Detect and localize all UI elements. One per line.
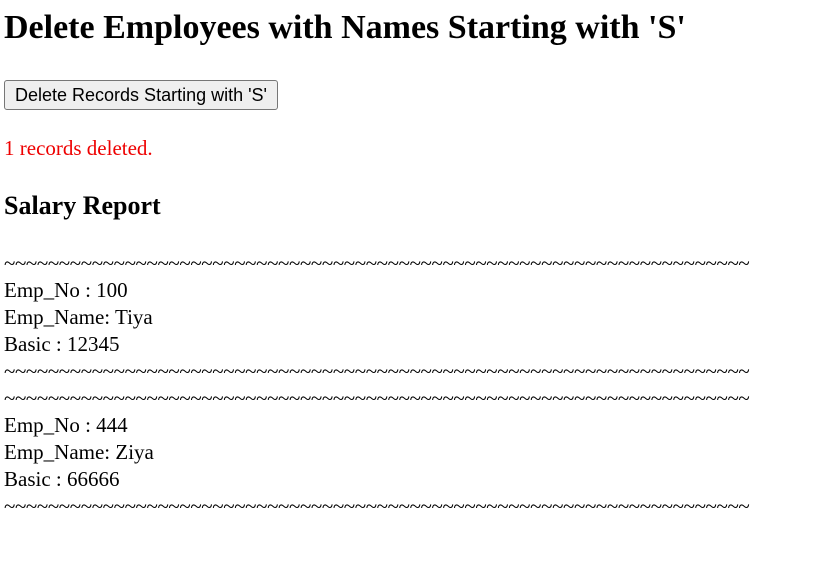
employee-record: ~~~~~~~~~~~~~~~~~~~~~~~~~~~~~~~~~~~~~~~~… [4, 250, 804, 385]
emp-name: Emp_Name: Tiya [4, 305, 153, 329]
emp-basic: Basic : 12345 [4, 332, 120, 356]
delete-records-button[interactable]: Delete Records Starting with 'S' [4, 80, 278, 110]
emp-name: Emp_Name: Ziya [4, 440, 154, 464]
salary-report-heading: Salary Report [4, 191, 161, 220]
emp-no: Emp_No : 100 [4, 278, 128, 302]
emp-no: Emp_No : 444 [4, 413, 128, 437]
record-separator-bottom: ~~~~~~~~~~~~~~~~~~~~~~~~~~~~~~~~~~~~~~~~… [4, 359, 750, 383]
employee-record: ~~~~~~~~~~~~~~~~~~~~~~~~~~~~~~~~~~~~~~~~… [4, 385, 804, 520]
record-separator-top: ~~~~~~~~~~~~~~~~~~~~~~~~~~~~~~~~~~~~~~~~… [4, 386, 750, 410]
salary-report: ~~~~~~~~~~~~~~~~~~~~~~~~~~~~~~~~~~~~~~~~… [4, 250, 804, 520]
record-separator-top: ~~~~~~~~~~~~~~~~~~~~~~~~~~~~~~~~~~~~~~~~… [4, 251, 750, 275]
status-message: 1 records deleted. [4, 136, 153, 160]
record-separator-bottom: ~~~~~~~~~~~~~~~~~~~~~~~~~~~~~~~~~~~~~~~~… [4, 494, 750, 518]
emp-basic: Basic : 66666 [4, 467, 120, 491]
page-title: Delete Employees with Names Starting wit… [4, 9, 686, 46]
